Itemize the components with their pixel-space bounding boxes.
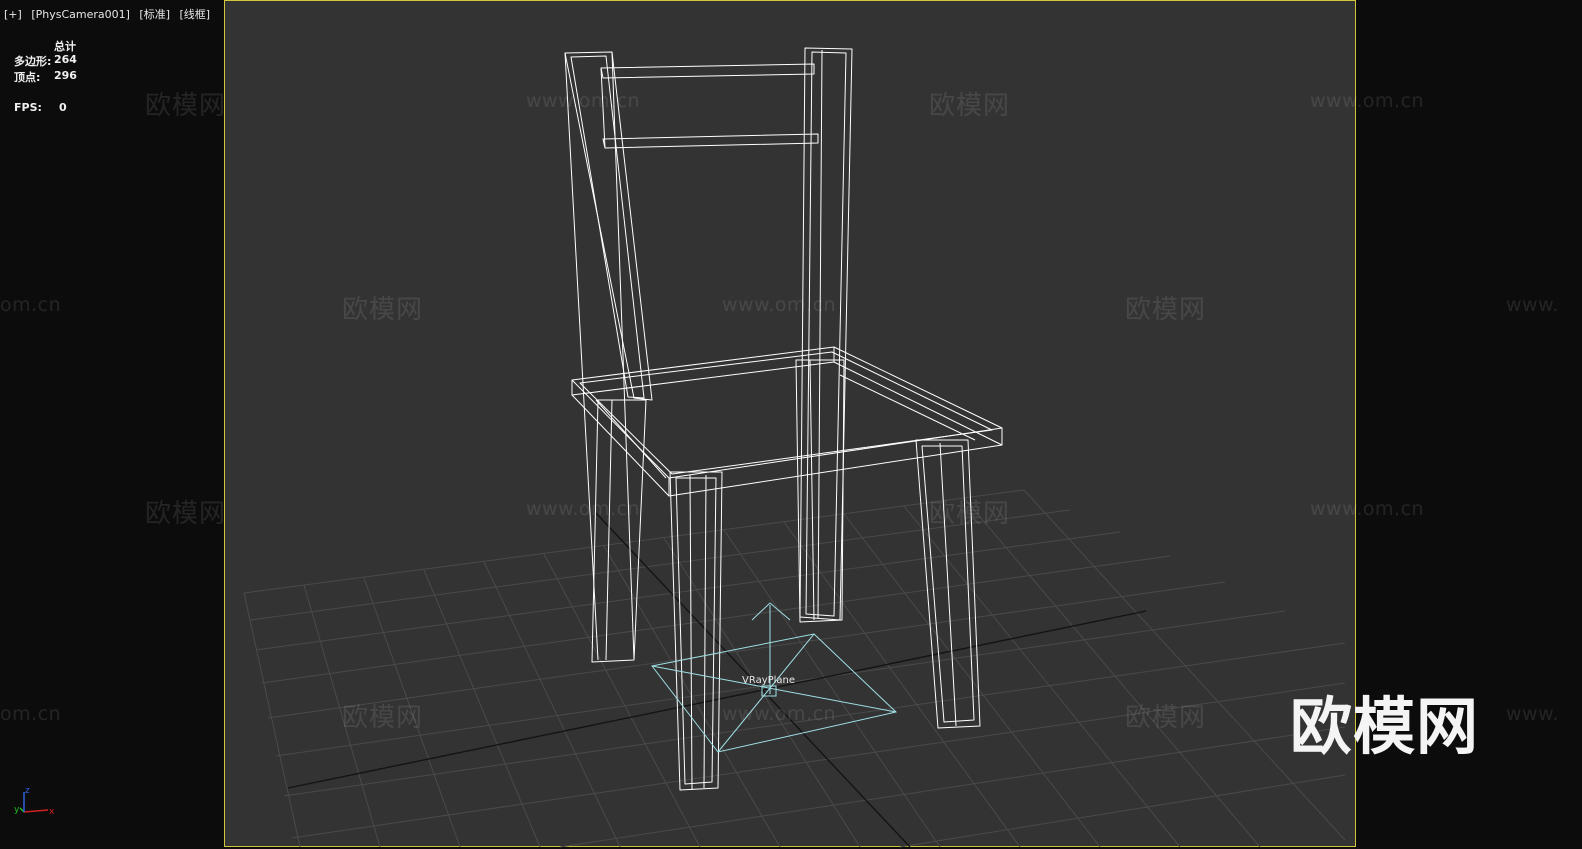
- viewport-shading-preset-menu[interactable]: [标准]: [139, 8, 170, 21]
- watermark-url-partial: om.cn: [0, 703, 62, 725]
- polygons-value: 264: [54, 53, 77, 66]
- watermark-brand: 欧模网: [929, 91, 1011, 121]
- vertices-value: 296: [54, 69, 77, 82]
- axis-y-label: y: [14, 805, 20, 815]
- watermark-url: www.om.cn: [526, 498, 641, 520]
- polygons-label: 多边形:: [14, 55, 52, 68]
- fps-value: 0: [59, 101, 67, 114]
- watermark-brand: 欧模网: [1125, 295, 1207, 325]
- viewport[interactable]: VRayPlane 欧模网 www.om.cn 欧模网 www.om.cn om…: [0, 0, 1582, 849]
- axis-z-label: z: [25, 786, 30, 796]
- watermark-url-partial: www.: [1506, 703, 1559, 725]
- watermark-brand: 欧模网: [342, 703, 424, 733]
- axis-x-label: x: [49, 807, 55, 817]
- watermark-url: www.om.cn: [1310, 90, 1425, 112]
- watermark-url: www.om.cn: [722, 703, 837, 725]
- watermark-brand: 欧模网: [929, 499, 1011, 529]
- watermark-url-partial: www.: [1506, 294, 1559, 316]
- viewport-visual-style-menu[interactable]: [线框]: [180, 8, 211, 21]
- watermark-url: www.om.cn: [526, 90, 641, 112]
- watermark-brand: 欧模网: [145, 91, 227, 121]
- brand-logo: 欧模网: [1290, 690, 1480, 763]
- fps-label: FPS:: [14, 101, 42, 114]
- axis-x-line: [23, 809, 49, 813]
- viewport-label-menu[interactable]: [+] [PhysCamera001] [标准] [线框]: [4, 6, 216, 22]
- watermark-url-partial: om.cn: [0, 294, 62, 316]
- viewport-general-menu[interactable]: [+]: [4, 8, 22, 21]
- watermark-brand: 欧模网: [1125, 703, 1207, 733]
- watermark-brand: 欧模网: [145, 499, 227, 529]
- vrayplane-label: VRayPlane: [742, 675, 795, 686]
- watermark-brand: 欧模网: [342, 295, 424, 325]
- vertices-label: 顶点:: [14, 71, 41, 84]
- stats-header-label: 总计: [54, 40, 76, 53]
- axis-gizmo: x y z: [14, 786, 55, 817]
- watermark-url: www.om.cn: [1310, 498, 1425, 520]
- grid-axis-lines: [287, 512, 1147, 848]
- watermark-url: www.om.cn: [722, 294, 837, 316]
- viewport-camera-menu[interactable]: [PhysCamera001]: [31, 8, 130, 21]
- stats-header: 总计: [54, 38, 76, 54]
- ground-grid: [243, 489, 1346, 848]
